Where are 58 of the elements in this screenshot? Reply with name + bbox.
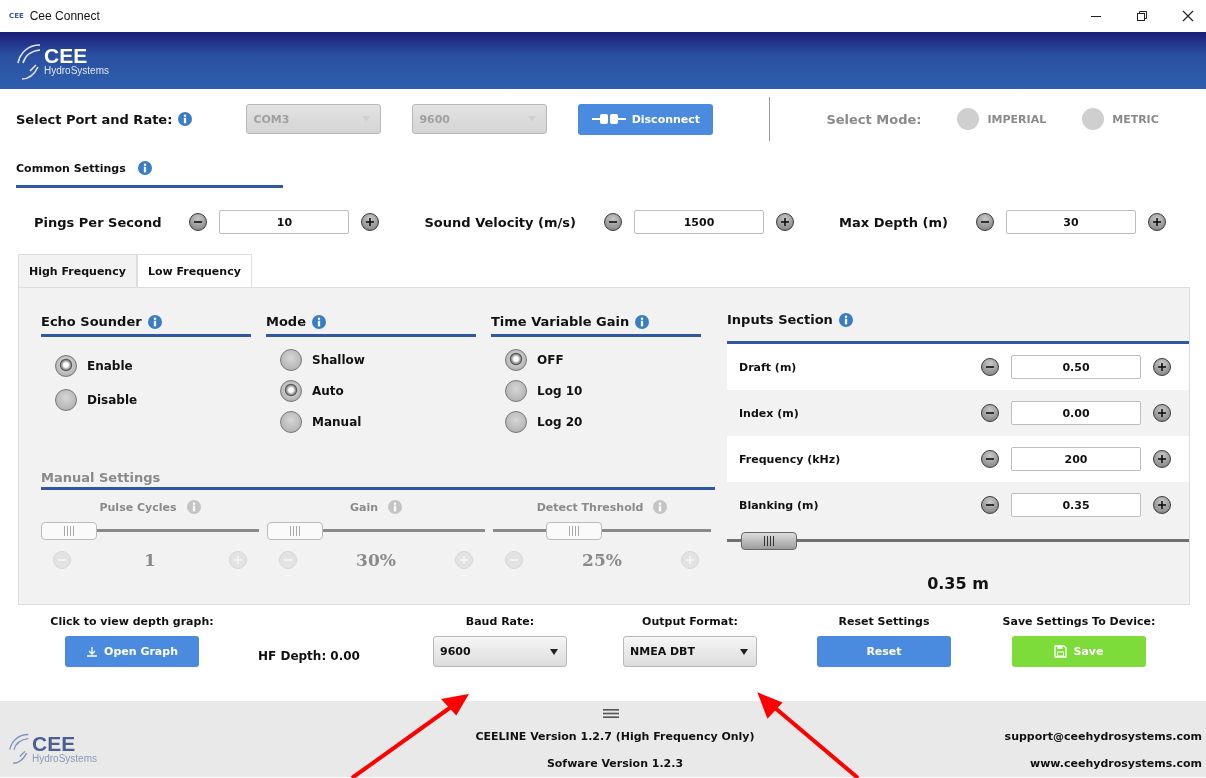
number-field[interactable]: 10 (219, 210, 350, 234)
logo-subtitle: HydroSystems (32, 753, 97, 764)
output-format-select[interactable]: NMEA DBT (623, 636, 757, 667)
version-text: CEELINE Version 1.2.7 (High Frequency Only) (475, 730, 755, 743)
group-title: Mode (266, 314, 306, 329)
number-field[interactable]: 1500 (634, 210, 764, 234)
group-title: Time Variable Gain (491, 314, 630, 329)
support-email: support@ceehydrosystems.com (1004, 730, 1202, 743)
slider-label: Pulse Cycles (99, 500, 177, 514)
input-label: Blanking (m) (739, 498, 820, 512)
section-title: Inputs Section (727, 312, 833, 327)
port-rate-label: Select Port and Rate: (16, 111, 173, 127)
option-label: Disable (87, 393, 138, 407)
input-label: Draft (m) (739, 360, 798, 374)
mode-option-label: IMPERIAL (987, 112, 1047, 126)
output-format-label: Output Format: (642, 615, 738, 628)
software-version-text: Sofware Version 1.2.3 (546, 757, 684, 770)
option-label: Log 20 (537, 415, 583, 429)
window-title: Cee Connect (29, 9, 100, 23)
slider-value: 25% (582, 550, 622, 570)
depth-reading: HF Depth: 0.00 (258, 649, 360, 663)
slider-value: 30% (356, 550, 396, 570)
option-label: Log 10 (537, 384, 583, 398)
input-label: Index (m) (739, 406, 800, 420)
number-field[interactable]: 200 (1011, 447, 1141, 471)
stepper-label: Pings Per Second (34, 214, 162, 230)
logo-text: CEE (44, 45, 88, 66)
tab[interactable]: Low Frequency (136, 254, 252, 287)
save-label: Save Settings To Device: (1002, 615, 1156, 628)
section-title: Manual Settings (41, 470, 161, 485)
number-field[interactable]: 30 (1006, 210, 1136, 234)
logo-subtitle: HydroSystems (44, 66, 109, 76)
baud-rate-select[interactable]: 9600 (433, 636, 567, 667)
slider-label: Gain (349, 500, 379, 514)
stepper-label: Sound Velocity (m/s) (424, 214, 576, 230)
mode-option-label: METRIC (1112, 112, 1159, 126)
option-label: Auto (312, 384, 344, 398)
baud-rate-label: Baud Rate: (465, 615, 535, 628)
option-label: Manual (312, 415, 362, 429)
number-field[interactable]: 0.50 (1011, 355, 1141, 379)
slider-label: Detect Threshold (536, 500, 644, 514)
reset-label: Reset Settings (838, 615, 930, 628)
mode-label: Select Mode: (826, 111, 922, 127)
slider-value: 0.35 m (926, 573, 990, 593)
option-label: OFF (537, 353, 564, 367)
group-title: Echo Sounder (41, 314, 142, 329)
slider-value: 1 (144, 550, 156, 570)
logo-text: CEE (32, 732, 76, 754)
graph-label: Click to view depth graph: (50, 615, 214, 628)
website-link[interactable]: www.ceehydrosystems.com (1030, 757, 1202, 770)
number-field[interactable]: 0.35 (1011, 493, 1141, 517)
option-label: Shallow (312, 353, 365, 367)
tab[interactable]: High Frequency (18, 254, 137, 287)
option-label: Enable (87, 359, 133, 373)
input-label: Frequency (kHz) (739, 452, 842, 466)
stepper-label: Max Depth (m) (839, 214, 948, 230)
number-field[interactable]: 0.00 (1011, 401, 1141, 425)
section-title: Common Settings (16, 161, 126, 175)
